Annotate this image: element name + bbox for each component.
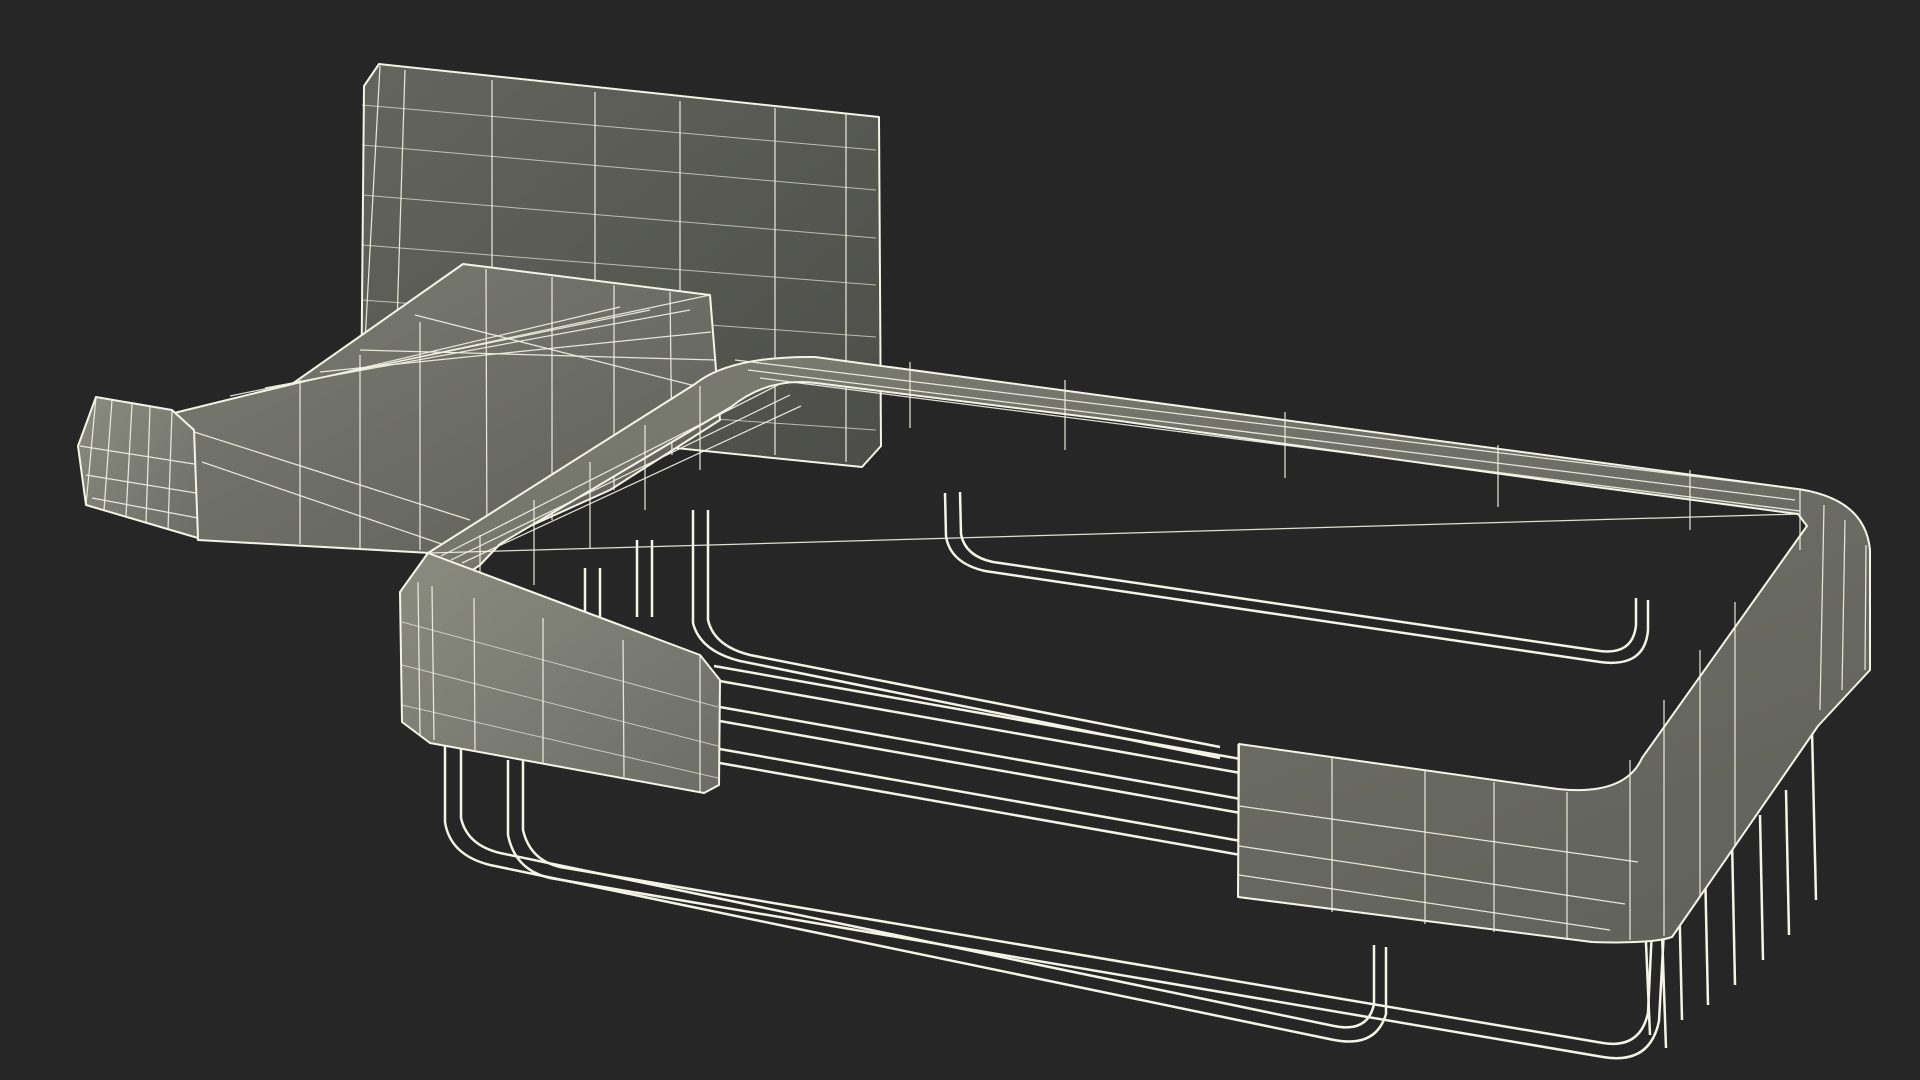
support-arm-block <box>169 263 721 556</box>
arm-end-cap <box>77 396 199 539</box>
render-viewport <box>0 0 1920 1080</box>
basket-wire-rails <box>713 664 1253 859</box>
front-frame-corner <box>399 552 721 794</box>
wireframe-model <box>77 63 1871 1060</box>
wire-basket-inner <box>583 491 1650 760</box>
